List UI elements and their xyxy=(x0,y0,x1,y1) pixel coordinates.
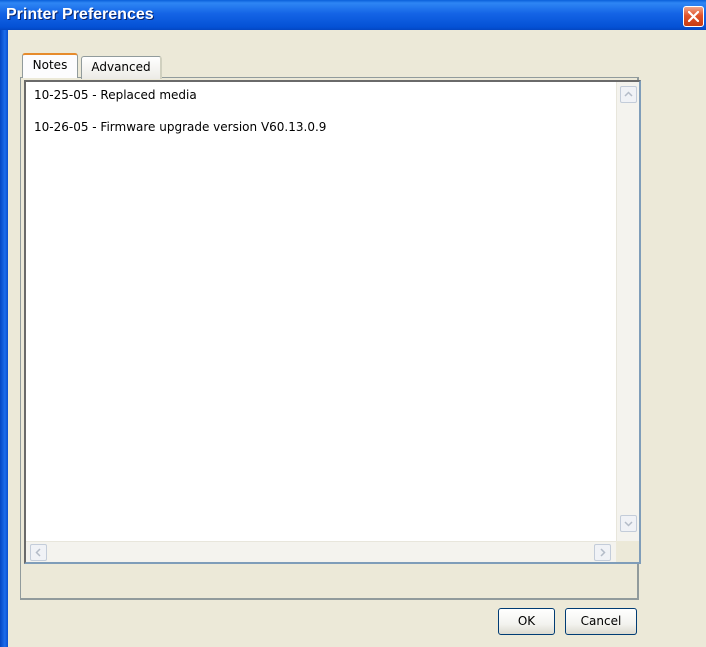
cancel-button[interactable]: Cancel xyxy=(565,608,637,635)
chevron-left-icon xyxy=(35,548,41,557)
title-bar[interactable]: Printer Preferences xyxy=(0,0,706,30)
scroll-left-button[interactable] xyxy=(30,544,47,561)
close-icon xyxy=(688,11,699,22)
ok-button[interactable]: OK xyxy=(498,608,555,635)
scroll-right-button[interactable] xyxy=(594,544,611,561)
tab-advanced[interactable]: Advanced xyxy=(81,56,162,79)
chevron-up-icon xyxy=(624,91,633,97)
tab-notes[interactable]: Notes xyxy=(22,53,78,78)
scroll-down-button[interactable] xyxy=(620,515,637,532)
vertical-scrollbar[interactable] xyxy=(616,82,639,541)
horizontal-scrollbar[interactable] xyxy=(26,541,616,562)
notes-line: 10-25-05 - Replaced media xyxy=(34,88,197,102)
scroll-up-button[interactable] xyxy=(620,86,637,103)
notes-textarea[interactable]: 10-25-05 - Replaced media 10-26-05 - Fir… xyxy=(24,80,641,564)
chevron-down-icon xyxy=(624,521,633,527)
scrollbar-corner xyxy=(616,541,639,562)
window-title: Printer Preferences xyxy=(6,6,154,23)
notes-line: 10-26-05 - Firmware upgrade version V60.… xyxy=(34,120,327,134)
printer-preferences-dialog: Printer Preferences Advanced Notes 10-25… xyxy=(0,0,706,647)
window-frame-left xyxy=(0,30,8,647)
close-button[interactable] xyxy=(683,6,704,27)
chevron-right-icon xyxy=(600,548,606,557)
